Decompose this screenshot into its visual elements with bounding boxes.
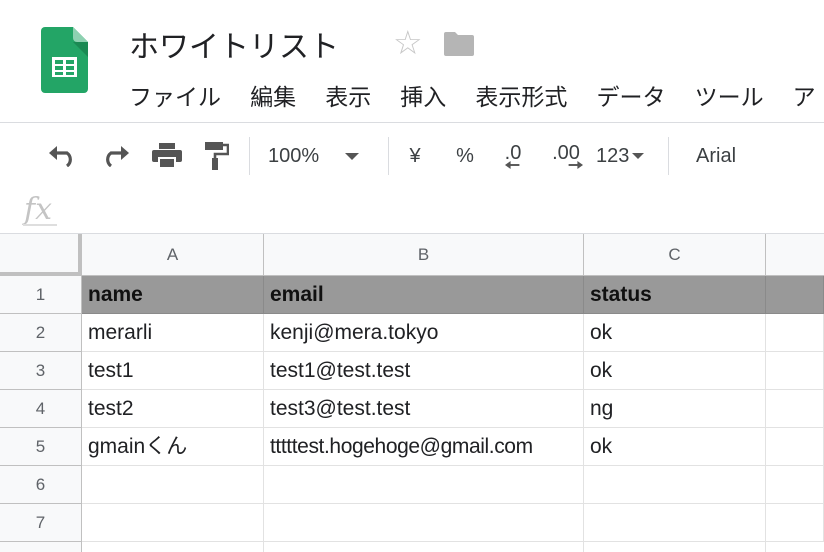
percent-label: % [456, 144, 474, 167]
column-header-b[interactable]: B [264, 234, 584, 276]
undo-button[interactable] [46, 143, 80, 169]
print-button[interactable] [150, 143, 184, 169]
cell-d3[interactable] [766, 352, 824, 390]
currency-format-button[interactable]: ¥ [400, 143, 430, 169]
cell-a1[interactable]: name [82, 276, 264, 314]
cell-a7[interactable] [82, 504, 264, 542]
font-select[interactable]: Arial [696, 143, 806, 169]
cell-b7[interactable] [264, 504, 584, 542]
menu-tools[interactable]: ツール [695, 78, 764, 112]
cell-a6[interactable] [82, 466, 264, 504]
increase-decimal-label: .00 [552, 142, 580, 164]
cell-d6[interactable] [766, 466, 824, 504]
redo-icon [106, 146, 129, 167]
more-formats-label: 123 [596, 144, 630, 167]
arrow-right-icon [568, 161, 583, 169]
row-header-2[interactable]: 2 [0, 314, 82, 352]
cell-a2[interactable]: merarli [82, 314, 264, 352]
cell-d5[interactable] [766, 428, 824, 466]
zoom-value: 100% [268, 144, 320, 167]
row-header-3[interactable]: 3 [0, 352, 82, 390]
cell-b8[interactable] [264, 542, 584, 552]
cell-c8[interactable] [584, 542, 766, 552]
cell-a3[interactable]: test1 [82, 352, 264, 390]
row-header-4[interactable]: 4 [0, 390, 82, 428]
cell-b6[interactable] [264, 466, 584, 504]
row-header-5[interactable]: 5 [0, 428, 82, 466]
cell-b2[interactable]: kenji@mera.tokyo [264, 314, 584, 352]
star-icon[interactable]: ☆ [393, 26, 423, 59]
cell-c5[interactable]: ok [584, 428, 766, 466]
sheets-logo-icon[interactable] [41, 27, 88, 93]
spreadsheet-grid: A B C 1 2 3 4 5 6 7 name email status me… [0, 234, 824, 552]
paint-format-button[interactable] [200, 142, 232, 170]
cell-a8[interactable] [82, 542, 264, 552]
row-header-7[interactable]: 7 [0, 504, 82, 542]
row-header-1[interactable]: 1 [0, 276, 82, 314]
cell-d7[interactable] [766, 504, 824, 542]
chevron-down-icon [632, 153, 645, 159]
toolbar: 100% ¥ % .0 .00 123 Arial [0, 122, 824, 192]
menu-edit[interactable]: 編集 [250, 78, 296, 112]
zoom-select[interactable]: 100% [268, 143, 378, 169]
currency-label: ¥ [409, 144, 421, 167]
row-header-6[interactable]: 6 [0, 466, 82, 504]
formula-bar[interactable]: fx [0, 191, 824, 234]
cell-d2[interactable] [766, 314, 824, 352]
cell-a5[interactable]: gmainくん [82, 428, 264, 466]
cell-c2[interactable]: ok [584, 314, 766, 352]
row-header-8[interactable] [0, 542, 82, 552]
column-header-c[interactable]: C [584, 234, 766, 276]
cell-b5[interactable]: tttttest.hogehoge@gmail.com [264, 428, 584, 466]
percent-format-button[interactable]: % [450, 143, 480, 169]
cell-a4[interactable]: test2 [82, 390, 264, 428]
menu-view[interactable]: 表示 [325, 78, 371, 112]
fx-underline [23, 224, 57, 226]
menu-file[interactable]: ファイル [129, 78, 221, 112]
cell-c1[interactable]: status [584, 276, 766, 314]
title-bar: ホワイトリスト ☆ ファイル 編集 表示 挿入 表示形式 データ ツール ア [0, 0, 824, 122]
increase-decimal-button[interactable]: .00 [545, 143, 587, 169]
more-formats-button[interactable]: 123 [596, 143, 654, 169]
cell-d4[interactable] [766, 390, 824, 428]
cell-c3[interactable]: ok [584, 352, 766, 390]
cell-b1[interactable]: email [264, 276, 584, 314]
toolbar-divider [388, 137, 389, 175]
select-all-corner[interactable] [0, 234, 82, 276]
font-name: Arial [696, 144, 737, 167]
undo-icon [49, 146, 72, 167]
cell-b3[interactable]: test1@test.test [264, 352, 584, 390]
decrease-decimal-button[interactable]: .0 [496, 143, 530, 169]
menu-bar: ファイル 編集 表示 挿入 表示形式 データ ツール ア [129, 78, 824, 112]
toolbar-divider [249, 137, 250, 175]
folder-icon[interactable] [444, 30, 474, 56]
menu-addons[interactable]: ア [793, 78, 816, 112]
toolbar-divider [668, 137, 669, 175]
arrow-left-icon [505, 161, 520, 169]
decrease-decimal-label: .0 [504, 142, 522, 164]
menu-insert[interactable]: 挿入 [400, 78, 446, 112]
document-title[interactable]: ホワイトリスト [129, 22, 339, 66]
column-header-d[interactable] [766, 234, 824, 276]
column-header-a[interactable]: A [82, 234, 264, 276]
redo-button[interactable] [98, 143, 132, 169]
menu-format[interactable]: 表示形式 [475, 78, 567, 112]
menu-data[interactable]: データ [596, 78, 665, 112]
print-icon [152, 143, 182, 169]
chevron-down-icon [345, 152, 360, 160]
paint-format-icon [205, 142, 229, 170]
fx-icon: fx [24, 192, 53, 227]
cell-d1[interactable] [766, 276, 824, 314]
cell-c6[interactable] [584, 466, 766, 504]
cell-c7[interactable] [584, 504, 766, 542]
cell-b4[interactable]: test3@test.test [264, 390, 584, 428]
cell-c4[interactable]: ng [584, 390, 766, 428]
